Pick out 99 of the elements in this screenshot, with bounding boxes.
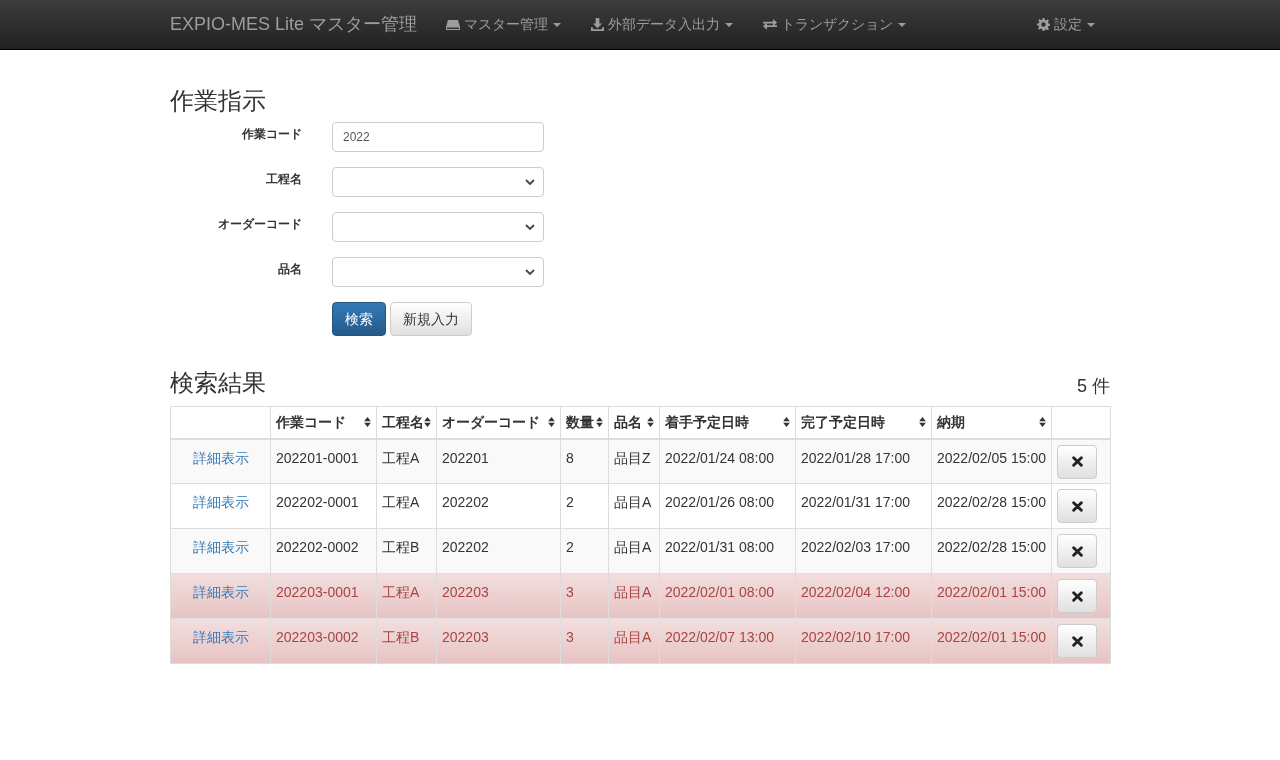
table-cell: 品目A: [608, 483, 660, 529]
column-header[interactable]: 数量: [560, 406, 609, 439]
table-cell: 2022/02/10 17:00: [795, 618, 932, 664]
table-cell: 202202: [436, 528, 561, 574]
chevron-icon: [525, 179, 535, 185]
new-entry-button[interactable]: 新規入力: [390, 302, 472, 336]
field-label: 品名: [277, 261, 302, 278]
delete-button[interactable]: [1057, 489, 1097, 523]
form-title: 作業指示: [170, 86, 267, 116]
table-cell: 2022/01/24 08:00: [659, 438, 796, 484]
sort-icon: [596, 417, 603, 428]
table-cell: 工程A: [376, 438, 437, 484]
search-button[interactable]: 検索: [332, 302, 386, 336]
select-field[interactable]: [332, 167, 544, 197]
table-cell: 工程A: [376, 483, 437, 529]
sort-icon: [783, 417, 790, 428]
table-cell: 品目A: [608, 573, 660, 619]
table-cell: 3: [560, 618, 609, 664]
table-cell: 2: [560, 483, 609, 529]
table-cell: 202202: [436, 483, 561, 529]
table-cell: 202203: [436, 573, 561, 619]
sort-icon: [424, 417, 431, 428]
input-field[interactable]: 2022: [332, 122, 544, 152]
table-cell: 202201-0001: [270, 438, 377, 484]
close-icon: [1071, 590, 1083, 602]
close-icon: [1071, 545, 1083, 557]
table-cell: 2022/01/31 08:00: [659, 528, 796, 574]
table-cell: 2022/01/26 08:00: [659, 483, 796, 529]
sort-icon: [1039, 417, 1046, 428]
detail-link[interactable]: 詳細表示: [192, 494, 249, 510]
caret-icon: [1087, 22, 1095, 27]
sort-icon: [647, 417, 654, 428]
chevron-icon: [525, 269, 535, 275]
table-cell: 202202-0001: [270, 483, 377, 529]
table-cell: 2: [560, 528, 609, 574]
table-cell: 2022/02/28 15:00: [931, 483, 1052, 529]
caret-icon: [898, 22, 907, 27]
sort-icon: [364, 417, 371, 428]
column-header[interactable]: 納期: [931, 406, 1052, 439]
chevron-icon: [525, 224, 535, 230]
delete-button[interactable]: [1057, 534, 1097, 568]
table-cell: 2022/01/28 17:00: [795, 438, 932, 484]
settings-menu[interactable]: 設定: [1022, 0, 1110, 50]
table-cell: 2022/02/01 08:00: [659, 573, 796, 619]
table-cell: 品目Z: [608, 438, 660, 484]
menu-item[interactable]: トランザクション: [748, 0, 922, 50]
select-field[interactable]: [332, 212, 544, 242]
table-cell: 202202-0002: [270, 528, 377, 574]
column-header[interactable]: 着手予定日時: [659, 406, 796, 439]
column-header[interactable]: オーダーコード: [436, 406, 561, 439]
menu-item[interactable]: 外部データ入出力: [576, 0, 749, 50]
delete-button[interactable]: [1057, 444, 1097, 479]
table-cell: 2022/02/07 13:00: [659, 618, 796, 664]
result-count: 5 件: [1077, 375, 1110, 398]
drive-icon: [446, 18, 461, 31]
table-cell: 工程B: [376, 618, 437, 664]
table-cell: 3: [560, 573, 609, 619]
delete-button[interactable]: [1057, 624, 1097, 658]
table-cell: 2022/02/03 17:00: [795, 528, 932, 574]
delete-button[interactable]: [1057, 579, 1097, 613]
table-cell: 8: [560, 438, 609, 484]
menu-item[interactable]: マスター管理: [431, 0, 577, 50]
table-cell: 2022/02/01 15:00: [931, 573, 1052, 619]
close-icon: [1071, 635, 1083, 647]
arrows-icon: [763, 18, 778, 31]
results-title: 検索結果: [170, 368, 266, 398]
column-header[interactable]: 品名: [608, 406, 660, 439]
table-cell: 2022/02/28 15:00: [931, 528, 1052, 574]
table-cell: 品目A: [608, 528, 660, 574]
column-header[interactable]: 工程名: [376, 406, 437, 439]
table-cell: 2022/02/01 15:00: [931, 618, 1052, 664]
table-cell: 202203-0001: [270, 573, 377, 619]
sort-icon: [919, 417, 926, 428]
table-cell: 2022/02/04 12:00: [795, 573, 932, 619]
table-cell: 工程B: [376, 528, 437, 574]
field-label: 作業コード: [241, 126, 302, 143]
settings-icon: [1037, 18, 1050, 31]
table-cell: 2022/02/05 15:00: [931, 438, 1052, 484]
close-icon: [1071, 500, 1083, 512]
field-label: 工程名: [265, 171, 302, 188]
detail-link[interactable]: 詳細表示: [192, 584, 249, 600]
caret-icon: [553, 22, 562, 27]
download-icon: [591, 18, 605, 31]
field-label: オーダーコード: [217, 216, 302, 233]
detail-link[interactable]: 詳細表示: [192, 539, 249, 555]
caret-icon: [725, 22, 734, 27]
table-cell: 202201: [436, 438, 561, 484]
table-cell: 品目A: [608, 618, 660, 664]
close-icon: [1071, 456, 1083, 467]
table-cell: 202203-0002: [270, 618, 377, 664]
table-cell: 202203: [436, 618, 561, 664]
detail-link[interactable]: 詳細表示: [192, 629, 249, 645]
table-cell: 2022/01/31 17:00: [795, 483, 932, 529]
brand-title[interactable]: EXPIO-MES Lite マスター管理: [170, 11, 418, 38]
column-header[interactable]: 作業コード: [270, 406, 377, 439]
sort-icon: [548, 417, 555, 428]
table-cell: 工程A: [376, 573, 437, 619]
select-field[interactable]: [332, 257, 544, 287]
column-header[interactable]: 完了予定日時: [795, 406, 932, 439]
